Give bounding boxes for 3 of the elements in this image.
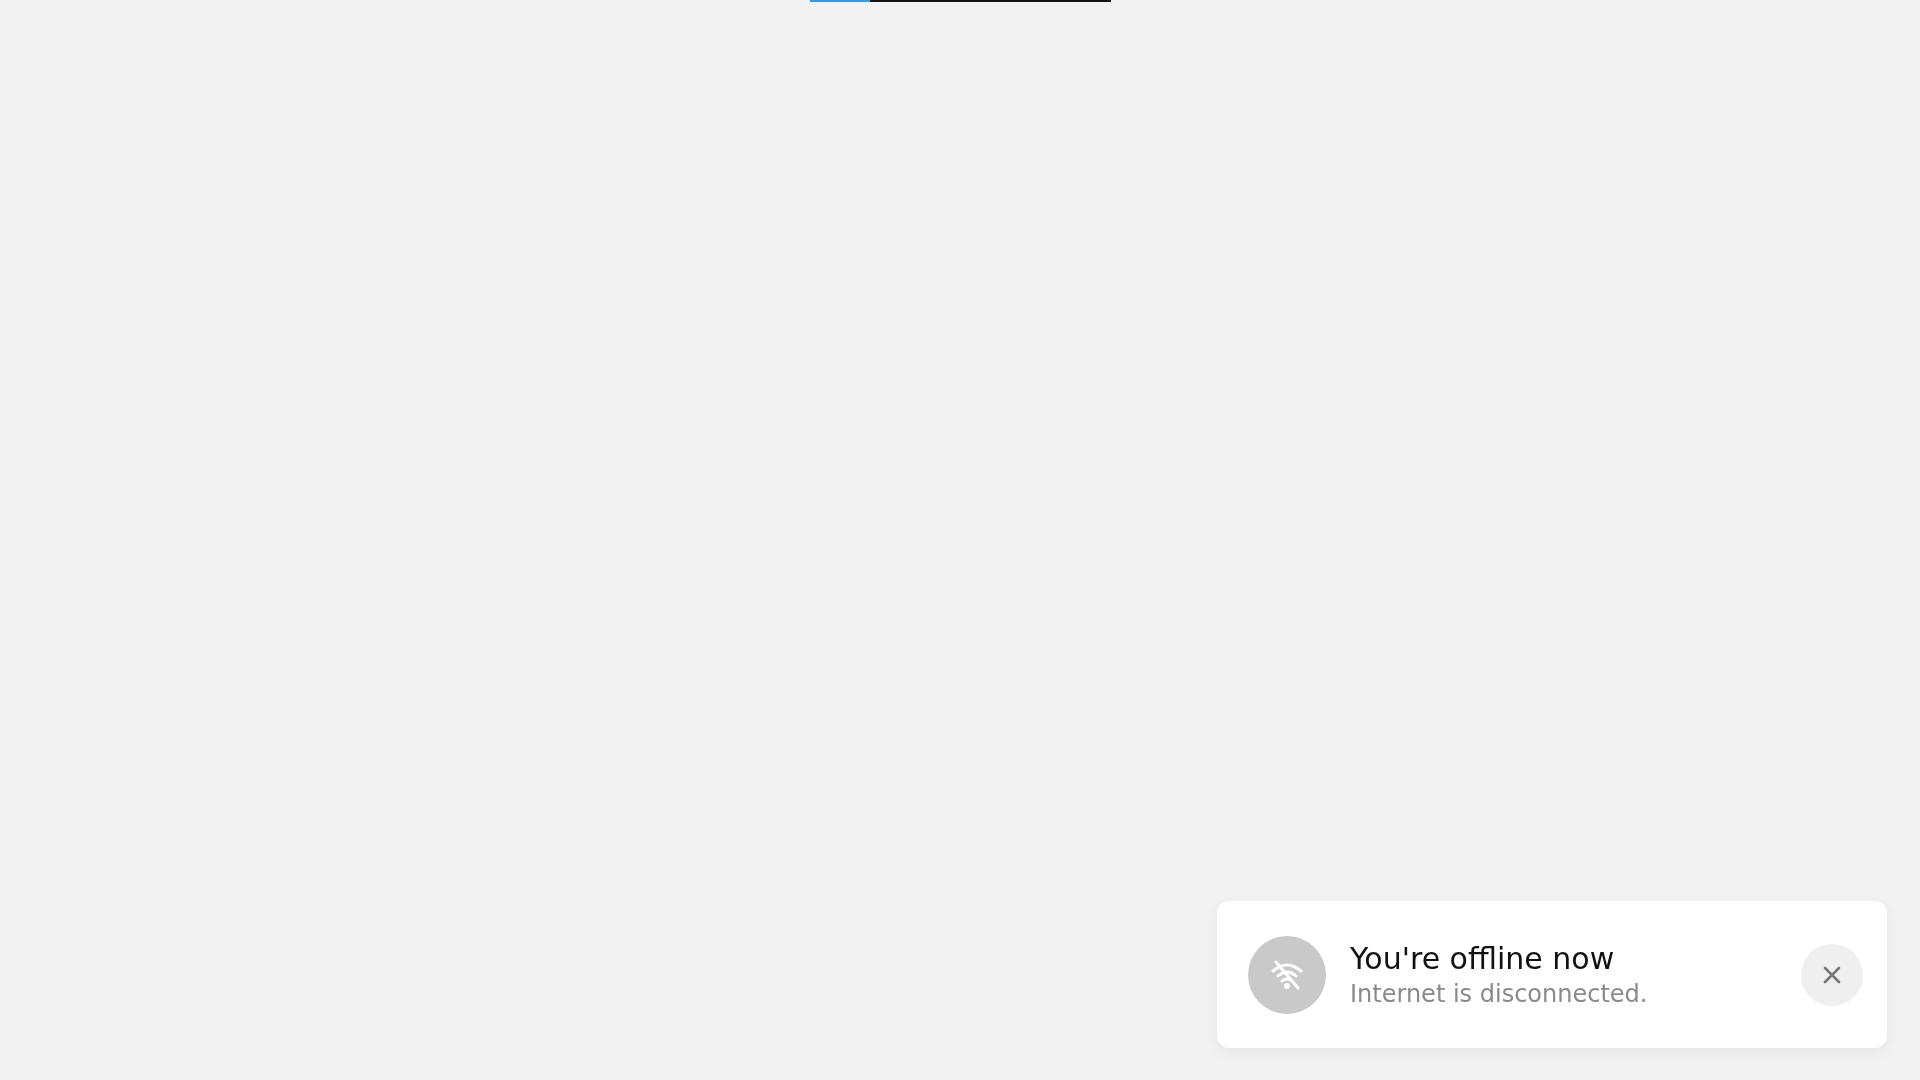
toast-message: Internet is disconnected.	[1350, 980, 1649, 1008]
close-icon	[1822, 964, 1842, 985]
toast-title: You're offline now	[1350, 941, 1616, 976]
